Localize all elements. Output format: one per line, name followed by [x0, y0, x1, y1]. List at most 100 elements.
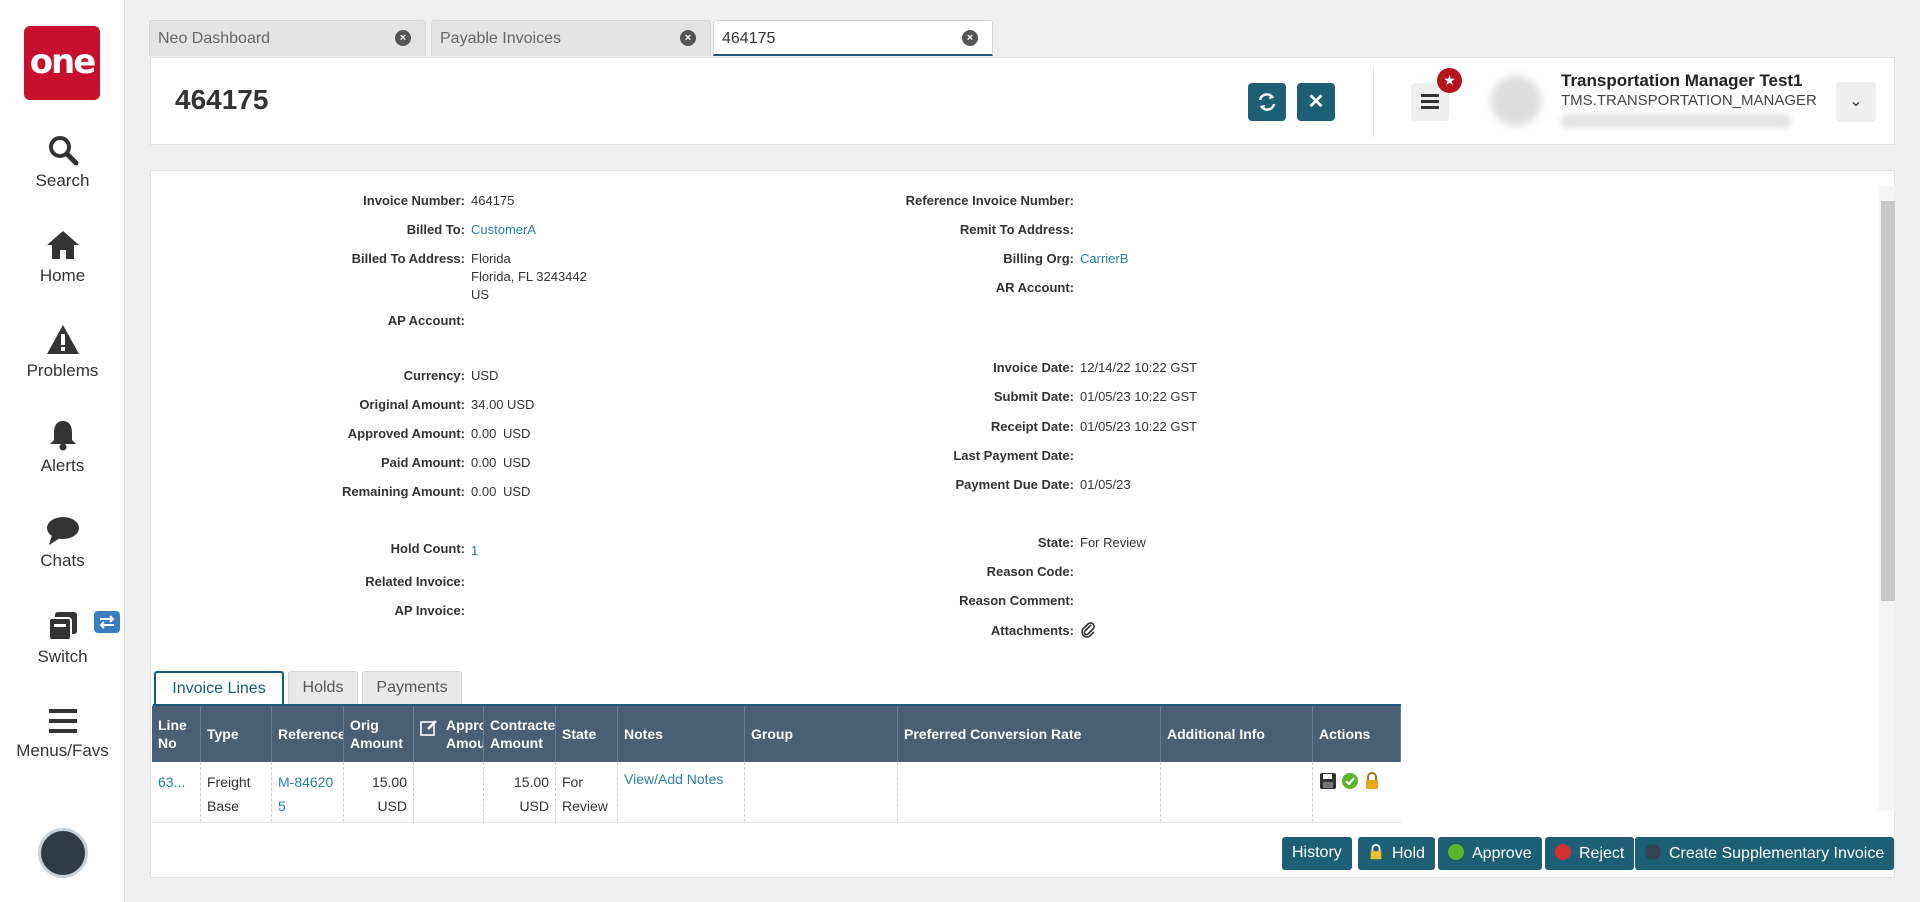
original-amount-label: Original Amount: [359, 397, 465, 412]
orig-amount-unit: USD [377, 798, 407, 814]
grid-header-row: Line No Type Reference Orig Amount Appro… [152, 706, 1401, 762]
create-supplementary-invoice-button[interactable]: Create Supplementary Invoice [1635, 837, 1895, 870]
column-header-label: Approved Amount [446, 717, 483, 751]
cell-reference[interactable]: M-846205 [272, 762, 344, 822]
reject-circle-icon [1555, 844, 1571, 860]
chat-bubble-icon [46, 517, 79, 545]
close-icon: ✕ [1307, 91, 1325, 113]
column-header-actions[interactable]: Actions [1313, 706, 1401, 762]
page-header: 464175 ✕ ★ Transportation Manager Test1 … [150, 57, 1895, 145]
column-header-orig-amount[interactable]: Orig Amount [344, 706, 414, 762]
nav-home[interactable]: Home [0, 229, 125, 286]
approve-button[interactable]: Approve [1438, 837, 1542, 870]
tab-invoice-464175[interactable]: 464175 × [713, 20, 993, 56]
hold-button-label: Hold [1392, 845, 1425, 862]
column-header-contracted-amount[interactable]: Contracted Amount [484, 706, 556, 762]
state-label: State: [1037, 535, 1074, 550]
favorite-star-icon[interactable]: ★ [1437, 68, 1462, 93]
user-avatar[interactable] [1491, 76, 1541, 126]
close-tab-icon[interactable]: × [680, 30, 696, 46]
contracted-amount-value: 15.00 [513, 774, 549, 790]
payment-due-date-label: Payment Due Date: [955, 477, 1074, 492]
billing-org-label: Billing Org: [1003, 251, 1074, 266]
switch-role-icon[interactable] [94, 611, 120, 633]
paperclip-icon[interactable] [1080, 621, 1096, 642]
ap-account-label: AP Account: [387, 313, 465, 328]
hold-button[interactable]: Hold [1358, 837, 1435, 870]
remaining-amount-label: Remaining Amount: [341, 484, 465, 499]
billed-to-label: Billed To: [406, 222, 465, 237]
header-divider [1373, 66, 1374, 138]
column-header-preferred-conversion-rate[interactable]: Preferred Conversion Rate [898, 706, 1161, 762]
remit-to-address-label: Remit To Address: [959, 222, 1074, 237]
reason-code-label: Reason Code: [986, 564, 1074, 579]
nav-chats[interactable]: Chats [0, 516, 125, 571]
submit-date-value: 01/05/23 10:22 GST [1080, 389, 1198, 404]
save-icon[interactable] [1319, 772, 1337, 790]
hold-count-link[interactable]: 1 [471, 543, 478, 558]
user-menu-chevron-down-icon[interactable]: ⌄ [1836, 82, 1876, 122]
receipt-date-value: 01/05/23 10:22 GST [1080, 419, 1198, 434]
address-line-2: Florida, FL 3243442 [471, 269, 587, 284]
related-invoice-label: Related Invoice: [365, 574, 465, 589]
history-button[interactable]: History [1282, 837, 1352, 870]
cell-state: For Review [556, 762, 618, 822]
column-header-type[interactable]: Type [201, 706, 272, 762]
bell-icon [49, 421, 76, 451]
tab-label: Payable Invoices [440, 30, 561, 47]
invoice-details-panel: Invoice Number: 464175 Billed To: Custom… [150, 170, 1895, 878]
approved-amount-label: Approved Amount: [347, 426, 465, 441]
hold-count-label: Hold Count: [390, 541, 465, 556]
nav-switch[interactable]: Switch [0, 610, 125, 667]
cell-line-no[interactable]: 63... [152, 762, 201, 822]
nav-alerts[interactable]: Alerts [0, 419, 125, 476]
approved-amount-unit: USD [503, 426, 531, 441]
close-button[interactable]: ✕ [1297, 83, 1335, 121]
lock-icon [1370, 844, 1382, 860]
close-tab-icon[interactable]: × [395, 30, 411, 46]
view-add-notes-link[interactable]: View/Add Notes [618, 762, 745, 822]
refresh-icon [1258, 93, 1276, 111]
tab-payments[interactable]: Payments [362, 671, 462, 704]
assistant-avatar-icon[interactable] [38, 828, 88, 878]
cell-type: Freight Base [201, 762, 272, 822]
lock-icon[interactable] [1363, 772, 1381, 790]
column-header-approved-amount[interactable]: Approved Amount [414, 706, 484, 762]
nav-chats-label: Chats [40, 551, 85, 570]
column-header-additional-info[interactable]: Additional Info [1161, 706, 1313, 762]
column-header-line-no[interactable]: Line No [152, 706, 201, 762]
billed-to-link[interactable]: CustomerA [471, 222, 536, 237]
contracted-amount-unit: USD [519, 798, 549, 814]
tab-invoice-lines[interactable]: Invoice Lines [154, 671, 284, 704]
one-logo[interactable]: one [24, 26, 100, 100]
nav-home-label: Home [39, 266, 86, 285]
refresh-button[interactable] [1248, 83, 1286, 121]
close-tab-icon[interactable]: × [962, 30, 978, 46]
tab-holds[interactable]: Holds [288, 671, 358, 704]
tab-neo-dashboard[interactable]: Neo Dashboard × [149, 20, 426, 56]
address-line-1: Florida [471, 251, 511, 266]
tab-payable-invoices[interactable]: Payable Invoices × [431, 20, 711, 56]
invoice-number-label: Invoice Number: [363, 193, 465, 208]
nav-problems[interactable]: Problems [0, 324, 125, 381]
scrollbar-thumb[interactable] [1881, 201, 1895, 601]
submit-date-label: Submit Date: [993, 389, 1074, 404]
reject-button[interactable]: Reject [1545, 837, 1635, 870]
column-header-state[interactable]: State [556, 706, 618, 762]
column-header-reference[interactable]: Reference [272, 706, 344, 762]
orig-amount-value: 15.00 [371, 774, 407, 790]
ar-account-label: AR Account: [995, 280, 1074, 295]
column-header-notes[interactable]: Notes [618, 706, 745, 762]
nav-menus-favs[interactable]: Menus/Favs [0, 706, 125, 761]
reason-comment-label: Reason Comment: [959, 593, 1074, 608]
invoice-number-value: 464175 [471, 193, 515, 208]
billing-org-link[interactable]: CarrierB [1080, 251, 1128, 266]
column-header-group[interactable]: Group [745, 706, 898, 762]
approve-button-label: Approve [1472, 845, 1532, 862]
grid-bottom-divider [152, 822, 1401, 823]
cell-approved-amount[interactable] [414, 762, 484, 822]
nav-search[interactable]: Search [0, 134, 125, 191]
check-circle-icon [1448, 844, 1464, 860]
approve-check-icon[interactable] [1341, 772, 1359, 790]
cell-actions [1313, 762, 1401, 822]
